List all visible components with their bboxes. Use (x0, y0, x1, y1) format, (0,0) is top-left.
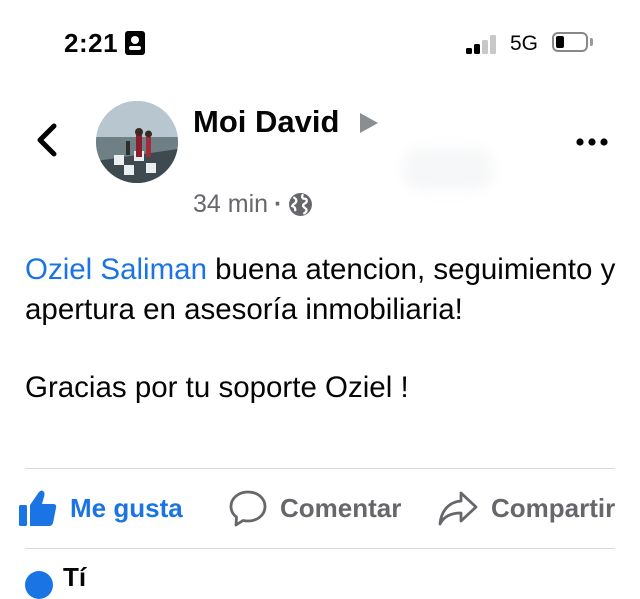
comment-icon (229, 490, 267, 527)
post-time[interactable]: 34 min (193, 190, 268, 219)
divider-top (25, 468, 615, 469)
mention-link[interactable]: Oziel Saliman (25, 253, 207, 286)
battery-icon (552, 32, 588, 52)
status-bar: 2:21 5G (0, 0, 640, 86)
meta-separator: · (274, 190, 283, 218)
ellipsis-icon (576, 138, 608, 146)
network-type: 5G (510, 32, 539, 55)
author-name[interactable]: Moi David (193, 104, 339, 140)
battery-tip (590, 38, 593, 46)
reactions-text: Tí (63, 562, 87, 592)
like-label: Me gusta (70, 492, 183, 523)
reaction-icon (25, 571, 53, 599)
post-text: Oziel Saliman buena atencion, seguimient… (25, 250, 620, 408)
share-label: Compartir (491, 492, 616, 523)
post-meta: 34 min · (193, 190, 313, 219)
post-paragraph-2: Gracias por tu soporte Oziel ! (25, 371, 409, 404)
reactions-row[interactable]: Tí (25, 562, 145, 599)
status-time: 2:21 (64, 28, 119, 58)
blurred-region (402, 148, 494, 190)
comment-button[interactable]: Comentar (228, 486, 401, 530)
contact-card-icon (125, 31, 145, 55)
divider-bottom (25, 548, 615, 549)
play-arrow-icon (360, 113, 378, 133)
comment-label: Comentar (280, 492, 402, 523)
thumbs-up-icon (19, 490, 57, 526)
share-icon (438, 491, 478, 526)
share-button[interactable]: Compartir (437, 486, 615, 530)
like-button[interactable]: Me gusta (18, 486, 183, 530)
avatar[interactable] (96, 101, 178, 183)
back-button[interactable] (30, 118, 64, 162)
globe-icon (288, 192, 313, 217)
post-paragraph-1: Oziel Saliman buena atencion, seguimient… (25, 250, 620, 329)
more-options-button[interactable] (574, 128, 610, 156)
chevron-left-icon (37, 123, 57, 157)
signal-icon (466, 34, 502, 54)
